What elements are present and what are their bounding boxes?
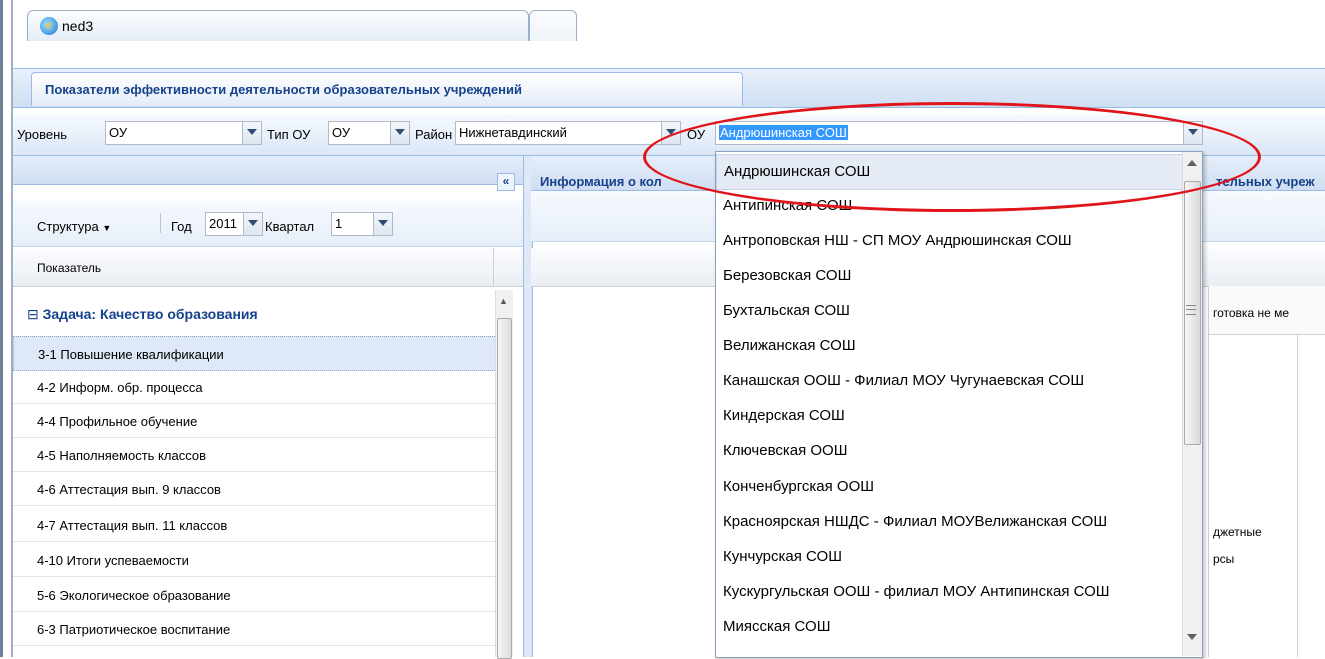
collapse-group-icon[interactable]: ⊟: [27, 306, 39, 322]
collapse-panel-icon[interactable]: «: [497, 173, 515, 191]
quarter-select[interactable]: 1: [331, 212, 393, 236]
indicator-row-label: 5-6 Экологическое образование: [37, 588, 231, 603]
dropdown-option-label: Велижанская СОШ: [723, 337, 856, 354]
quarter-value: 1: [335, 216, 343, 231]
new-tab-button[interactable]: [529, 10, 577, 41]
dropdown-option[interactable]: Киндерская СОШ: [716, 399, 1183, 433]
scroll-up-icon[interactable]: ▲: [499, 296, 508, 306]
indicator-row[interactable]: 4-6 Аттестация вып. 9 классов: [13, 472, 495, 506]
annotation-ellipse: [643, 102, 1261, 212]
district-value: Нижнетавдинский: [459, 125, 567, 140]
grid-cell-text: рсы: [1213, 552, 1235, 566]
chevron-down-icon[interactable]: [243, 213, 262, 235]
type-select[interactable]: ОУ: [328, 121, 410, 145]
indicator-row[interactable]: 6-3 Патриотическое воспитание: [13, 612, 495, 646]
quarter-label: Квартал: [265, 219, 315, 234]
year-select[interactable]: 2011: [205, 212, 263, 236]
left-panel-header: [13, 156, 523, 185]
grid-column-line: [1208, 286, 1209, 657]
dropdown-option[interactable]: Конченбургская ООШ: [716, 470, 1183, 504]
indicator-row[interactable]: 4-4 Профильное обучение: [13, 404, 495, 438]
dropdown-option[interactable]: Кускургульская ООШ - филиал МОУ Антипинс…: [716, 575, 1183, 609]
dropdown-option-label: Конченбургская ООШ: [723, 478, 874, 495]
indicator-row[interactable]: 4-7 Аттестация вып. 11 классов: [13, 508, 495, 542]
dropdown-option-label: Кунчурская СОШ: [723, 548, 842, 565]
indicator-column-label: Показатель: [37, 261, 102, 275]
app-title: Показатели эффективности деятельности об…: [45, 82, 522, 97]
level-label: Уровень: [17, 127, 68, 142]
scroll-grip-icon: [1186, 309, 1196, 310]
indicator-row[interactable]: 4-5 Наполняемость классов: [13, 438, 495, 472]
chevron-down-icon[interactable]: [242, 122, 261, 144]
left-scrollbar-thumb[interactable]: [497, 318, 512, 659]
grid-column-line: [1297, 334, 1298, 657]
dropdown-option[interactable]: Ключевская ООШ: [716, 434, 1183, 468]
indicator-row-label: 6-3 Патриотическое воспитание: [37, 622, 231, 637]
dropdown-option[interactable]: Миясская СОШ: [716, 610, 1183, 644]
level-value: ОУ: [109, 125, 128, 140]
school-dropdown-list[interactable]: Андрюшинская СОШ Антипинская СОШ Антропо…: [715, 151, 1203, 658]
chevron-down-icon[interactable]: [373, 213, 392, 235]
district-select[interactable]: Нижнетавдинский: [455, 121, 681, 145]
dropdown-option[interactable]: Антроповская НШ - СП МОУ Андрюшинская СО…: [716, 224, 1183, 258]
indicator-row-label: 4-6 Аттестация вып. 9 классов: [37, 482, 221, 497]
chevron-down-icon[interactable]: [390, 122, 409, 144]
indicator-row[interactable]: 5-6 Экологическое образование: [13, 578, 495, 612]
indicator-row-label: 3-1 Повышение квалификации: [38, 347, 224, 362]
dropdown-option-label: Киндерская СОШ: [723, 407, 845, 424]
ie-icon: e: [40, 17, 58, 35]
dropdown-option[interactable]: Кунчурская СОШ: [716, 540, 1183, 574]
dropdown-option-label: Березовская СОШ: [723, 267, 852, 284]
dropdown-option-label: Миясская СОШ: [723, 618, 831, 635]
browser-tab-label: ned3: [62, 18, 94, 34]
indicator-row[interactable]: 4-2 Информ. обр. процесса: [13, 370, 495, 404]
structure-label: Структура: [37, 219, 99, 234]
scroll-grip-icon: [1186, 305, 1196, 315]
indicator-row-label: 4-10 Итоги успеваемости: [37, 553, 189, 568]
right-panel-title: Информация о кол: [540, 174, 662, 189]
indicator-row-label: 4-7 Аттестация вып. 11 классов: [37, 518, 228, 533]
dropdown-option[interactable]: Березовская СОШ: [716, 259, 1183, 293]
indicator-row-label: 4-5 Наполняемость классов: [37, 448, 206, 463]
dropdown-option-label: Антроповская НШ - СП МОУ Андрюшинская СО…: [723, 232, 1072, 249]
dropdown-option[interactable]: Красноярская НШДС - Филиал МОУВелижанска…: [716, 505, 1183, 539]
dropdown-option-label: Красноярская НШДС - Филиал МОУВелижанска…: [723, 513, 1108, 530]
year-value: 2011: [209, 216, 237, 231]
dropdown-option[interactable]: Бухтальская СОШ: [716, 294, 1183, 328]
year-label: Год: [171, 219, 192, 234]
type-label: Тип ОУ: [267, 127, 311, 142]
indicator-row-label: 4-4 Профильное обучение: [37, 414, 198, 429]
caret-down-icon: ▼: [102, 223, 112, 233]
toolbar-separator: [160, 213, 161, 233]
type-value: ОУ: [332, 125, 351, 140]
structure-menu-button[interactable]: Структура ▼: [37, 219, 111, 234]
window-left-border: [0, 0, 3, 657]
indicator-row[interactable]: 4-10 Итоги успеваемости: [13, 543, 495, 577]
group-header[interactable]: ⊟ Задача: Качество образования: [27, 306, 258, 323]
browser-tab-ned3[interactable]: [27, 10, 529, 41]
grid-header-text: готовка не ме: [1213, 306, 1290, 320]
scroll-down-icon[interactable]: [1187, 634, 1197, 640]
dropdown-option-label: Бухтальская СОШ: [723, 302, 850, 319]
district-label: Район: [415, 127, 453, 142]
group-label: Задача: Качество образования: [42, 306, 258, 322]
dropdown-option[interactable]: Канашская ООШ - Филиал МОУ Чугунаевская …: [716, 364, 1183, 398]
column-header-spacer: [494, 248, 523, 287]
dropdown-option-label: Кускургульская ООШ - филиал МОУ Антипинс…: [723, 583, 1110, 600]
level-select[interactable]: ОУ: [105, 121, 262, 145]
dropdown-option-label: Канашская ООШ - Филиал МОУ Чугунаевская …: [723, 372, 1085, 389]
indicator-row-label: 4-2 Информ. обр. процесса: [37, 380, 203, 395]
grid-cell-text: джетные: [1213, 525, 1262, 539]
dropdown-option[interactable]: Велижанская СОШ: [716, 329, 1183, 363]
dropdown-option-label: Ключевская ООШ: [723, 442, 848, 459]
indicator-row[interactable]: 3-1 Повышение квалификации: [13, 336, 497, 371]
